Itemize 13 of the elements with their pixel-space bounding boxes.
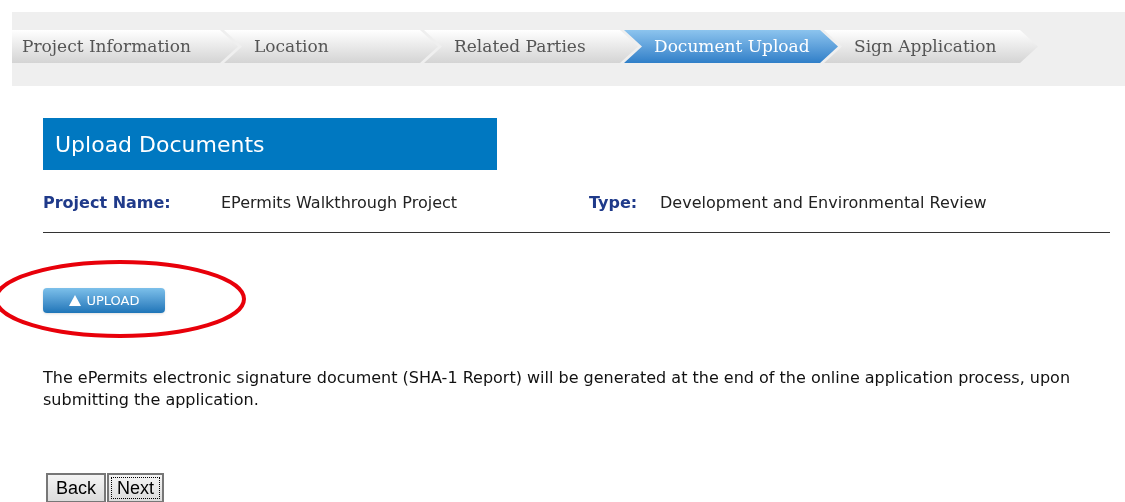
notice-text: The ePermits electronic signature document (SHA-1 Report) will be generated at the end of the online application process, upon submitting the application.	[43, 367, 1072, 411]
step-tab[interactable]: Sign Application	[824, 30, 1038, 63]
field-value: Development and Environmental Review	[660, 192, 987, 214]
field-value: EPermits Walkthrough Project	[221, 192, 459, 214]
nav-button[interactable]: Next	[107, 473, 165, 502]
upload-icon	[68, 293, 83, 308]
section-header: Upload Documents	[43, 118, 497, 170]
field-label: Project Name:	[43, 192, 172, 214]
step-tab[interactable]: Related Parties	[424, 30, 638, 63]
field-label: Type:	[589, 192, 639, 214]
step-tab[interactable]: Location	[224, 30, 438, 63]
step-tab[interactable]: Project Information	[12, 30, 238, 63]
nav-button[interactable]: Back	[46, 473, 107, 502]
